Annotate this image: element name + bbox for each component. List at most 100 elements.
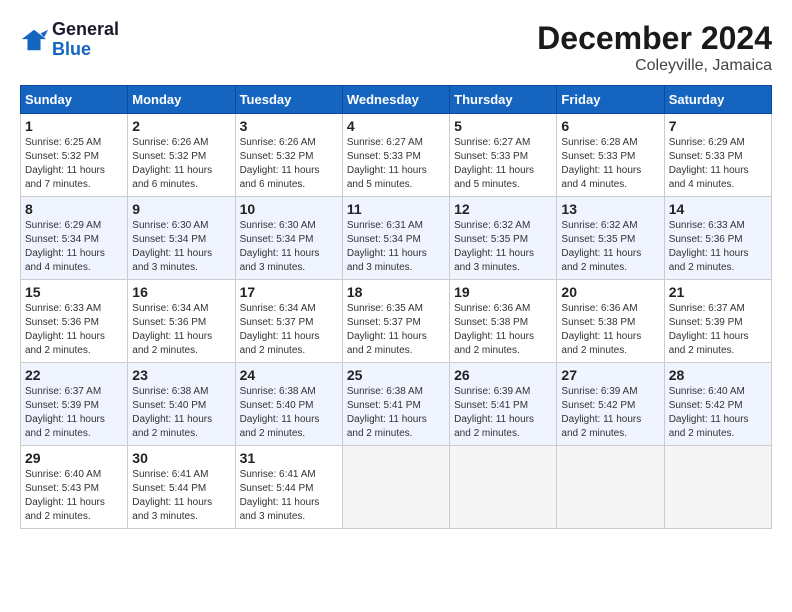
day-info: Sunrise: 6:33 AMSunset: 5:36 PMDaylight:… xyxy=(25,302,123,358)
calendar-day-cell: 26Sunrise: 6:39 AMSunset: 5:41 PMDayligh… xyxy=(450,363,557,446)
day-info: Sunrise: 6:29 AMSunset: 5:33 PMDaylight:… xyxy=(669,136,767,192)
day-info: Sunrise: 6:33 AMSunset: 5:36 PMDaylight:… xyxy=(669,219,767,275)
day-info: Sunrise: 6:38 AMSunset: 5:40 PMDaylight:… xyxy=(132,385,230,441)
day-number: 12 xyxy=(454,201,552,217)
calendar-week-row: 1 Sunrise: 6:25 AMSunset: 5:32 PMDaylight… xyxy=(21,114,772,197)
day-number: 9 xyxy=(132,201,230,217)
day-number: 10 xyxy=(240,201,338,217)
calendar-day-cell xyxy=(342,446,449,529)
calendar-day-cell: 23 Sunrise: 6:38 AMSunset: 5:40 PMDayligh… xyxy=(128,363,235,446)
day-info: Sunrise: 6:35 AMSunset: 5:37 PMDaylight:… xyxy=(347,302,445,358)
day-info: Sunrise: 6:27 AMSunset: 5:33 PMDaylight:… xyxy=(454,136,552,192)
calendar-day-cell: 28Sunrise: 6:40 AMSunset: 5:42 PMDayligh… xyxy=(664,363,771,446)
day-info: Sunrise: 6:38 AMSunset: 5:40 PMDaylight:… xyxy=(240,385,338,441)
calendar-week-row: 8Sunrise: 6:29 AMSunset: 5:34 PMDaylight… xyxy=(21,197,772,280)
day-number: 28 xyxy=(669,367,767,383)
day-info: Sunrise: 6:34 AMSunset: 5:37 PMDaylight:… xyxy=(240,302,338,358)
calendar-day-cell: 13 Sunrise: 6:32 AMSunset: 5:35 PMDayligh… xyxy=(557,197,664,280)
calendar-day-cell: 10 Sunrise: 6:30 AMSunset: 5:34 PMDayligh… xyxy=(235,197,342,280)
calendar-day-cell: 21 Sunrise: 6:37 AMSunset: 5:39 PMDayligh… xyxy=(664,280,771,363)
day-number: 11 xyxy=(347,201,445,217)
day-number: 20 xyxy=(561,284,659,300)
calendar-day-cell: 11 Sunrise: 6:31 AMSunset: 5:34 PMDayligh… xyxy=(342,197,449,280)
day-info: Sunrise: 6:36 AMSunset: 5:38 PMDaylight:… xyxy=(454,302,552,358)
day-info: Sunrise: 6:30 AMSunset: 5:34 PMDaylight:… xyxy=(132,219,230,275)
day-number: 30 xyxy=(132,450,230,466)
calendar-week-row: 15Sunrise: 6:33 AMSunset: 5:36 PMDayligh… xyxy=(21,280,772,363)
calendar-day-cell: 20 Sunrise: 6:36 AMSunset: 5:38 PMDayligh… xyxy=(557,280,664,363)
day-number: 25 xyxy=(347,367,445,383)
calendar-day-cell xyxy=(664,446,771,529)
logo: General Blue xyxy=(20,20,119,60)
calendar-day-cell xyxy=(557,446,664,529)
calendar-day-cell: 17Sunrise: 6:34 AMSunset: 5:37 PMDayligh… xyxy=(235,280,342,363)
day-number: 5 xyxy=(454,118,552,134)
calendar-day-cell: 5 Sunrise: 6:27 AMSunset: 5:33 PMDaylight… xyxy=(450,114,557,197)
calendar-body: 1 Sunrise: 6:25 AMSunset: 5:32 PMDaylight… xyxy=(21,114,772,529)
calendar-day-cell: 12Sunrise: 6:32 AMSunset: 5:35 PMDayligh… xyxy=(450,197,557,280)
calendar-table: SundayMondayTuesdayWednesdayThursdayFrid… xyxy=(20,85,772,529)
day-info: Sunrise: 6:37 AMSunset: 5:39 PMDaylight:… xyxy=(669,302,767,358)
day-info: Sunrise: 6:32 AMSunset: 5:35 PMDaylight:… xyxy=(561,219,659,275)
day-number: 14 xyxy=(669,201,767,217)
day-number: 24 xyxy=(240,367,338,383)
logo-text: General Blue xyxy=(52,20,119,60)
calendar-day-cell: 2 Sunrise: 6:26 AMSunset: 5:32 PMDaylight… xyxy=(128,114,235,197)
weekday-header-cell: Saturday xyxy=(664,86,771,114)
day-number: 29 xyxy=(25,450,123,466)
calendar-day-cell: 9 Sunrise: 6:30 AMSunset: 5:34 PMDaylight… xyxy=(128,197,235,280)
calendar-day-cell: 19 Sunrise: 6:36 AMSunset: 5:38 PMDayligh… xyxy=(450,280,557,363)
weekday-header-cell: Monday xyxy=(128,86,235,114)
day-number: 6 xyxy=(561,118,659,134)
day-info: Sunrise: 6:37 AMSunset: 5:39 PMDaylight:… xyxy=(25,385,123,441)
month-title: December 2024 xyxy=(537,20,772,57)
calendar-day-cell: 15Sunrise: 6:33 AMSunset: 5:36 PMDayligh… xyxy=(21,280,128,363)
day-info: Sunrise: 6:36 AMSunset: 5:38 PMDaylight:… xyxy=(561,302,659,358)
day-info: Sunrise: 6:41 AMSunset: 5:44 PMDaylight:… xyxy=(240,468,338,524)
day-number: 3 xyxy=(240,118,338,134)
day-info: Sunrise: 6:38 AMSunset: 5:41 PMDaylight:… xyxy=(347,385,445,441)
day-number: 2 xyxy=(132,118,230,134)
day-number: 4 xyxy=(347,118,445,134)
day-info: Sunrise: 6:28 AMSunset: 5:33 PMDaylight:… xyxy=(561,136,659,192)
weekday-header-cell: Friday xyxy=(557,86,664,114)
day-number: 7 xyxy=(669,118,767,134)
day-number: 21 xyxy=(669,284,767,300)
day-info: Sunrise: 6:26 AMSunset: 5:32 PMDaylight:… xyxy=(240,136,338,192)
calendar-day-cell: 14 Sunrise: 6:33 AMSunset: 5:36 PMDayligh… xyxy=(664,197,771,280)
calendar-day-cell xyxy=(450,446,557,529)
day-info: Sunrise: 6:31 AMSunset: 5:34 PMDaylight:… xyxy=(347,219,445,275)
day-number: 26 xyxy=(454,367,552,383)
day-number: 16 xyxy=(132,284,230,300)
calendar-day-cell: 27 Sunrise: 6:39 AMSunset: 5:42 PMDayligh… xyxy=(557,363,664,446)
location-title: Coleyville, Jamaica xyxy=(537,57,772,75)
calendar-day-cell: 3 Sunrise: 6:26 AMSunset: 5:32 PMDaylight… xyxy=(235,114,342,197)
day-number: 18 xyxy=(347,284,445,300)
calendar-day-cell: 30 Sunrise: 6:41 AMSunset: 5:44 PMDayligh… xyxy=(128,446,235,529)
calendar-day-cell: 22Sunrise: 6:37 AMSunset: 5:39 PMDayligh… xyxy=(21,363,128,446)
day-info: Sunrise: 6:41 AMSunset: 5:44 PMDaylight:… xyxy=(132,468,230,524)
calendar-day-cell: 4 Sunrise: 6:27 AMSunset: 5:33 PMDaylight… xyxy=(342,114,449,197)
day-number: 27 xyxy=(561,367,659,383)
day-info: Sunrise: 6:30 AMSunset: 5:34 PMDaylight:… xyxy=(240,219,338,275)
weekday-header-cell: Tuesday xyxy=(235,86,342,114)
calendar-day-cell: 8Sunrise: 6:29 AMSunset: 5:34 PMDaylight… xyxy=(21,197,128,280)
day-info: Sunrise: 6:27 AMSunset: 5:33 PMDaylight:… xyxy=(347,136,445,192)
logo-icon xyxy=(20,26,48,54)
calendar-day-cell: 24 Sunrise: 6:38 AMSunset: 5:40 PMDayligh… xyxy=(235,363,342,446)
day-number: 19 xyxy=(454,284,552,300)
day-number: 13 xyxy=(561,201,659,217)
header: General Blue December 2024 Coleyville, J… xyxy=(20,20,772,75)
day-info: Sunrise: 6:39 AMSunset: 5:42 PMDaylight:… xyxy=(561,385,659,441)
weekday-header-cell: Sunday xyxy=(21,86,128,114)
calendar-week-row: 29Sunrise: 6:40 AMSunset: 5:43 PMDayligh… xyxy=(21,446,772,529)
day-number: 31 xyxy=(240,450,338,466)
day-number: 1 xyxy=(25,118,123,134)
day-info: Sunrise: 6:26 AMSunset: 5:32 PMDaylight:… xyxy=(132,136,230,192)
calendar-day-cell: 6 Sunrise: 6:28 AMSunset: 5:33 PMDaylight… xyxy=(557,114,664,197)
day-info: Sunrise: 6:25 AMSunset: 5:32 PMDaylight:… xyxy=(25,136,123,192)
title-area: December 2024 Coleyville, Jamaica xyxy=(537,20,772,75)
day-number: 8 xyxy=(25,201,123,217)
calendar-day-cell: 31 Sunrise: 6:41 AMSunset: 5:44 PMDayligh… xyxy=(235,446,342,529)
day-number: 23 xyxy=(132,367,230,383)
